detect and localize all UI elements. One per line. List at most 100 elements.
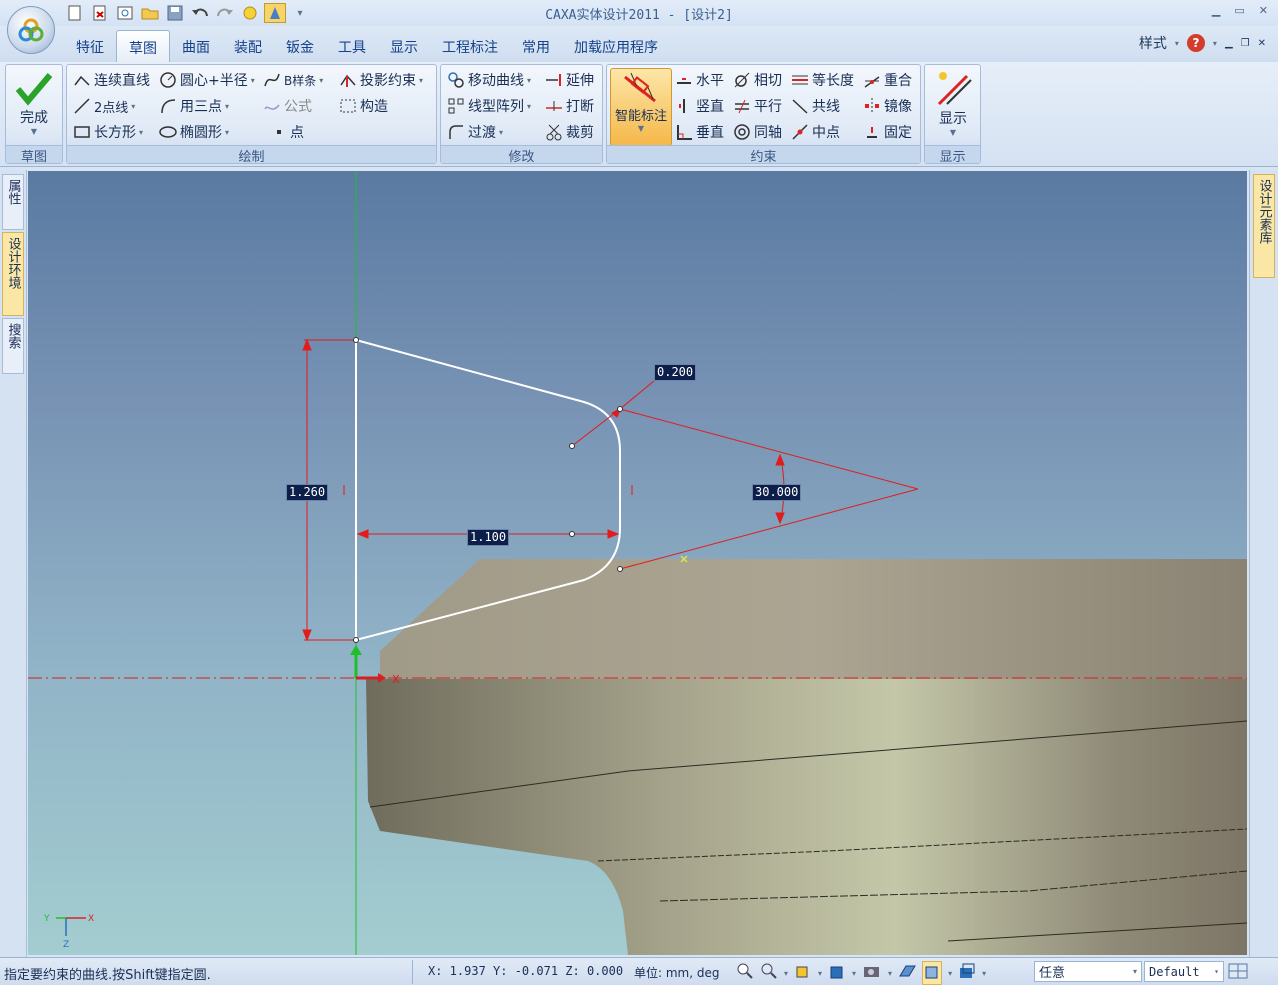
collinear-icon xyxy=(792,99,808,114)
ribbon-tab-bar: 特征 草图 曲面 装配 钣金 工具 显示 工程标注 常用 加载应用程序 样式 ▾… xyxy=(0,26,1278,62)
render-dropdown-icon[interactable]: ▾ xyxy=(982,969,986,978)
extend-button[interactable]: 延伸 xyxy=(545,68,594,92)
fixed-button[interactable]: 固定 xyxy=(863,120,912,144)
camera-dropdown-icon[interactable]: ▾ xyxy=(888,969,892,978)
maximize-icon[interactable]: ▭ xyxy=(1234,4,1244,17)
display-button[interactable]: 显示 ▼ xyxy=(929,68,977,137)
formula-icon xyxy=(264,104,280,110)
tab-sheetmetal[interactable]: 钣金 xyxy=(274,30,326,62)
modify-group-label: 修改 xyxy=(441,145,602,165)
break-button[interactable]: 打断 xyxy=(545,94,594,118)
view-dropdown-icon[interactable]: ▾ xyxy=(818,969,822,978)
svg-text:Z: Z xyxy=(63,940,69,950)
ribbon-minimize-icon[interactable]: ▁ xyxy=(1225,38,1233,49)
shade-dropdown-icon[interactable]: ▾ xyxy=(852,969,856,978)
constraint-group-label: 约束 xyxy=(607,145,920,165)
zoom-icon[interactable] xyxy=(736,962,754,984)
close-icon[interactable]: ✕ xyxy=(1259,4,1268,17)
two-point-line-button[interactable]: 2点线 ▾ xyxy=(73,94,135,118)
trim-button[interactable]: 裁剪 xyxy=(545,120,594,144)
horizontal-button[interactable]: 水平 xyxy=(675,68,724,92)
equal-length-button[interactable]: 等长度 xyxy=(791,68,854,92)
tab-tools[interactable]: 工具 xyxy=(326,30,378,62)
viewport-scene: X X Y Z xyxy=(28,171,1247,955)
tangent-button[interactable]: 相切 xyxy=(733,68,782,92)
projection-constraint-button[interactable]: 投影约束 ▾ xyxy=(339,68,423,92)
bspline-button[interactable]: B样条 ▾ xyxy=(263,68,323,92)
extend-icon xyxy=(546,74,561,86)
tab-display[interactable]: 显示 xyxy=(378,30,430,62)
fillet-icon xyxy=(449,125,463,139)
dimension-label-1260[interactable]: 1.260 xyxy=(286,484,329,501)
dimension-label-angle[interactable]: 30.000 xyxy=(752,484,802,501)
help-icon[interactable]: ? xyxy=(1186,34,1205,52)
coincident-button[interactable]: 重合 xyxy=(863,68,912,92)
zoom-window-icon[interactable] xyxy=(760,962,778,984)
polyline-button[interactable]: 连续直线 xyxy=(73,68,150,92)
collinear-button[interactable]: 共线 xyxy=(791,94,840,118)
box-dropdown-icon[interactable]: ▾ xyxy=(948,969,952,978)
vertical-icon xyxy=(679,99,685,113)
tab-search[interactable]: 搜索 xyxy=(2,318,24,374)
construction-button[interactable]: 构造 xyxy=(339,94,388,118)
vertical-button[interactable]: 竖直 xyxy=(675,94,724,118)
perpendicular-button[interactable]: 垂直 xyxy=(675,120,724,144)
rectangle-button[interactable]: 长方形 ▾ xyxy=(73,120,143,144)
linear-pattern-button[interactable]: 线型阵列 ▾ xyxy=(447,94,531,118)
zoom-dropdown-icon[interactable]: ▾ xyxy=(784,969,788,978)
tab-design-element-library[interactable]: 设计元素库 xyxy=(1253,174,1275,278)
formula-button[interactable]: 公式 xyxy=(263,94,312,118)
point-button[interactable]: 点 xyxy=(271,120,304,144)
box-view-icon[interactable] xyxy=(922,961,943,985)
circle-icon xyxy=(160,72,176,88)
circle-center-radius-button[interactable]: 圆心+半径 ▾ xyxy=(159,68,255,92)
finish-dropdown-icon[interactable]: ▼ xyxy=(31,127,37,136)
tab-common[interactable]: 常用 xyxy=(510,30,562,62)
ellipse-button[interactable]: 椭圆形 ▾ xyxy=(159,120,229,144)
part-body xyxy=(366,679,1247,955)
grid-icon[interactable] xyxy=(1228,962,1248,984)
view-cube-icon[interactable] xyxy=(794,962,812,984)
tab-annotation[interactable]: 工程标注 xyxy=(430,30,510,62)
ribbon-restore-icon[interactable]: ❐ xyxy=(1241,38,1250,49)
move-curve-button[interactable]: 移动曲线 ▾ xyxy=(447,68,531,92)
tab-design-environment[interactable]: 设计环境 xyxy=(2,232,24,316)
three-point-arc-button[interactable]: 用三点 ▾ xyxy=(159,94,229,118)
parallel-button[interactable]: 平行 xyxy=(733,94,782,118)
polyline-icon xyxy=(74,75,90,86)
minimize-icon[interactable]: ▁ xyxy=(1212,4,1220,17)
plane-icon[interactable] xyxy=(898,962,916,984)
finish-button[interactable]: 完成 ▼ xyxy=(12,71,56,136)
tab-properties[interactable]: 属性 xyxy=(2,174,24,230)
fixed-icon xyxy=(867,127,877,138)
tab-surface[interactable]: 曲面 xyxy=(170,30,222,62)
midpoint-button[interactable]: 中点 xyxy=(791,120,840,144)
tab-addins[interactable]: 加载应用程序 xyxy=(562,30,670,62)
camera-icon[interactable] xyxy=(862,962,882,984)
help-dropdown-icon[interactable]: ▾ xyxy=(1213,39,1217,48)
3d-viewport[interactable]: X X Y Z 1.260 1.100 0.200 30.000 xyxy=(28,171,1247,955)
select-mode-dropdown[interactable]: 任意 ▾ xyxy=(1034,961,1142,982)
tab-feature[interactable]: 特征 xyxy=(64,30,116,62)
fillet-button[interactable]: 过渡 ▾ xyxy=(447,120,503,144)
app-menu-button[interactable] xyxy=(7,6,55,54)
horizontal-icon xyxy=(677,78,691,84)
dimension-radius-0200 xyxy=(571,380,655,447)
style-dropdown[interactable]: Default ▾ xyxy=(1144,961,1224,982)
shaded-icon[interactable] xyxy=(828,962,846,984)
smart-dimension-button[interactable]: 智能标注 ▼ xyxy=(610,68,672,146)
tab-assembly[interactable]: 装配 xyxy=(222,30,274,62)
tab-sketch[interactable]: 草图 xyxy=(116,30,170,62)
ribbon-close-icon[interactable]: ✕ xyxy=(1258,38,1266,49)
display-group: 显示 ▼ 显示 xyxy=(924,64,981,165)
style-menu[interactable]: 样式 xyxy=(1139,33,1167,53)
axis-triad: X Y Z xyxy=(43,914,94,950)
mirror-button[interactable]: 镜像 xyxy=(863,94,912,118)
move-curve-icon xyxy=(448,72,464,88)
coincident-icon xyxy=(864,76,880,88)
style-dropdown-icon[interactable]: ▾ xyxy=(1175,39,1179,48)
dimension-label-1100[interactable]: 1.100 xyxy=(467,529,510,546)
concentric-button[interactable]: 同轴 xyxy=(733,120,782,144)
dimension-label-radius[interactable]: 0.200 xyxy=(654,364,697,381)
render-icon[interactable] xyxy=(958,962,976,984)
